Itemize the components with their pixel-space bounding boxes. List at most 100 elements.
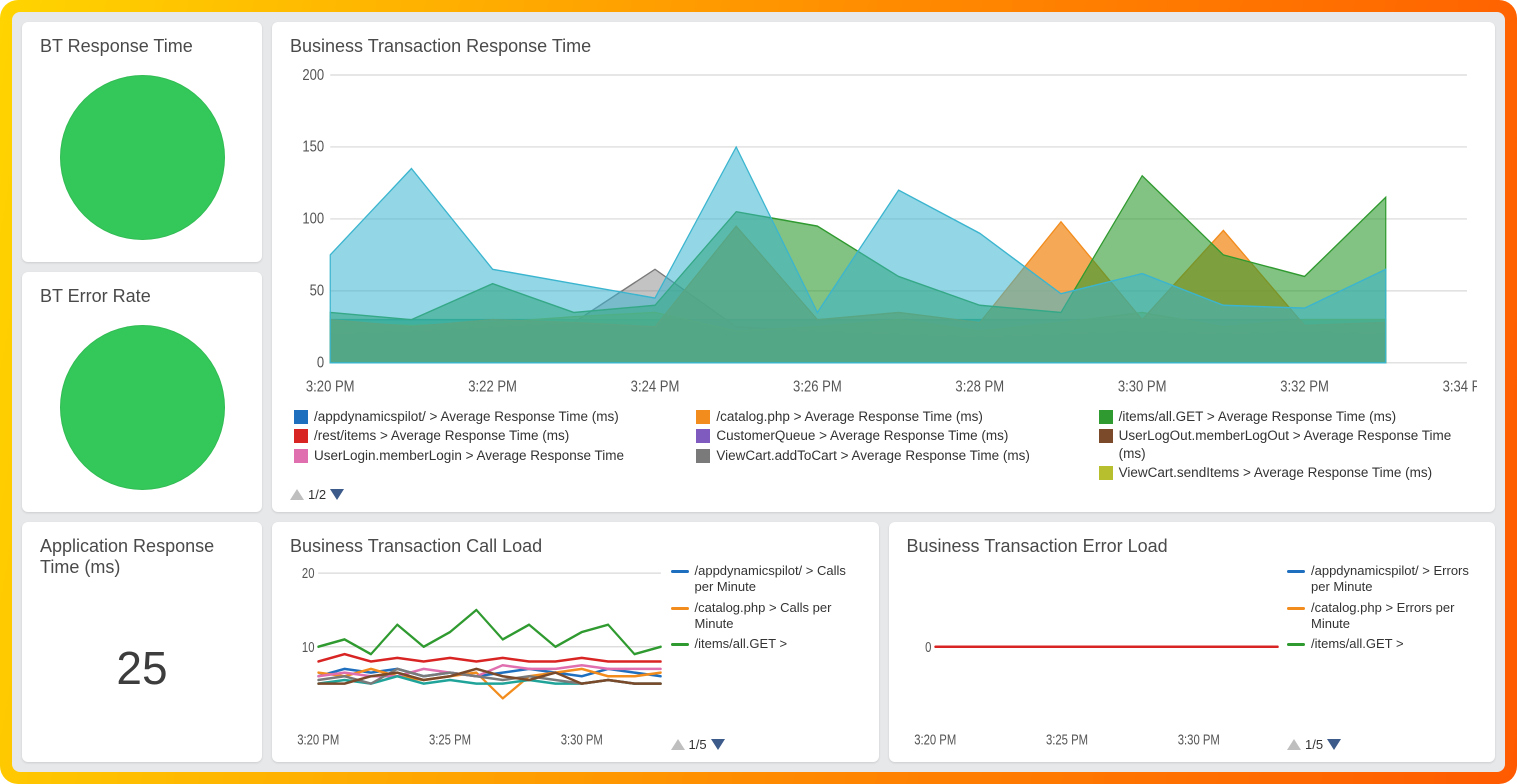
legend-pager: 1/5	[671, 733, 861, 752]
legend-swatch	[671, 643, 689, 646]
legend-item[interactable]: ViewCart.sendItems > Average Response Ti…	[1099, 463, 1477, 483]
svg-text:0: 0	[317, 355, 324, 372]
card-title: BT Response Time	[40, 36, 244, 57]
legend-label: /items/all.GET > Average Response Time (…	[1119, 408, 1396, 426]
legend-label: /catalog.php > Average Response Time (ms…	[716, 408, 983, 426]
legend-item[interactable]: /appdynamicspilot/ > Errors per Minute	[1287, 563, 1477, 596]
svg-text:3:30 PM: 3:30 PM	[1177, 731, 1219, 748]
svg-text:3:32 PM: 3:32 PM	[1280, 379, 1329, 396]
legend-item[interactable]: UserLogOut.memberLogOut > Average Respon…	[1099, 426, 1477, 463]
chart-legend: /appdynamicspilot/ > Average Response Ti…	[290, 399, 1477, 483]
legend-label: /items/all.GET >	[1311, 636, 1404, 652]
legend-item[interactable]: /catalog.php > Errors per Minute	[1287, 600, 1477, 633]
legend-item[interactable]: /items/all.GET >	[671, 636, 861, 652]
svg-text:3:34 PM: 3:34 PM	[1443, 379, 1477, 396]
pager-prev-icon[interactable]	[290, 489, 304, 500]
error-load-chart[interactable]: 0 3:20 PM 3:25 PM 3:30 PM	[907, 563, 1284, 752]
svg-text:3:30 PM: 3:30 PM	[561, 731, 603, 748]
svg-text:0: 0	[925, 638, 931, 655]
legend-label: /catalog.php > Calls per Minute	[695, 600, 861, 633]
svg-text:100: 100	[302, 211, 324, 228]
legend-label: ViewCart.sendItems > Average Response Ti…	[1119, 464, 1433, 482]
svg-text:3:28 PM: 3:28 PM	[955, 379, 1004, 396]
chart-area[interactable]: 10 20 3:20 PM 3:25 PM 3:30 PM	[290, 563, 667, 752]
card-title: Application Response Time (ms)	[40, 536, 244, 578]
pager-next-icon[interactable]	[711, 739, 725, 750]
legend-swatch	[294, 410, 308, 424]
legend-swatch	[1287, 570, 1305, 573]
svg-text:3:25 PM: 3:25 PM	[1046, 731, 1088, 748]
legend-swatch	[1287, 643, 1305, 646]
legend-item[interactable]: /appdynamicspilot/ > Average Response Ti…	[294, 407, 672, 427]
legend-label: /rest/items > Average Response Time (ms)	[314, 427, 569, 445]
legend-item[interactable]: /catalog.php > Average Response Time (ms…	[696, 407, 1074, 427]
dashboard-frame: BT Response Time BT Error Rate Applicati…	[0, 0, 1517, 784]
svg-text:3:30 PM: 3:30 PM	[1118, 379, 1167, 396]
chart-area[interactable]: 0 3:20 PM 3:25 PM 3:30 PM	[907, 563, 1284, 752]
legend-swatch	[671, 607, 689, 610]
svg-text:3:20 PM: 3:20 PM	[914, 731, 956, 748]
legend-item[interactable]: /appdynamicspilot/ > Calls per Minute	[671, 563, 861, 596]
legend-pager: 1/2	[290, 483, 1477, 502]
app-response-value: 25	[40, 641, 244, 695]
legend-label: ViewCart.addToCart > Average Response Ti…	[716, 447, 1030, 465]
legend-pager: 1/5	[1287, 733, 1477, 752]
legend-item[interactable]: /catalog.php > Calls per Minute	[671, 600, 861, 633]
svg-text:3:22 PM: 3:22 PM	[468, 379, 517, 396]
legend-swatch	[696, 449, 710, 463]
pager-next-icon[interactable]	[330, 489, 344, 500]
chart-area[interactable]: 0501001502003:20 PM3:22 PM3:24 PM3:26 PM…	[290, 63, 1477, 399]
legend-swatch	[696, 410, 710, 424]
legend-label: /items/all.GET >	[695, 636, 788, 652]
svg-text:3:20 PM: 3:20 PM	[306, 379, 355, 396]
legend-item[interactable]: /rest/items > Average Response Time (ms)	[294, 426, 672, 446]
card-title: BT Error Rate	[40, 286, 244, 307]
chart-legend: /appdynamicspilot/ > Errors per Minute/c…	[1287, 563, 1477, 652]
pager-next-icon[interactable]	[1327, 739, 1341, 750]
legend-swatch	[671, 570, 689, 573]
legend-swatch	[1099, 466, 1113, 480]
card-bt-response-chart: Business Transaction Response Time 0 50 10…	[272, 22, 1495, 512]
svg-text:3:25 PM: 3:25 PM	[429, 731, 471, 748]
pager-text: 1/5	[1305, 737, 1323, 752]
legend-item[interactable]: ViewCart.addToCart > Average Response Ti…	[696, 446, 1074, 466]
svg-text:3:24 PM: 3:24 PM	[631, 379, 680, 396]
legend-item[interactable]: UserLogin.memberLogin > Average Response…	[294, 446, 672, 466]
svg-text:3:20 PM: 3:20 PM	[297, 731, 339, 748]
status-circle-ok	[60, 75, 225, 240]
legend-item[interactable]: /items/all.GET >	[1287, 636, 1477, 652]
legend-item[interactable]: CustomerQueue > Average Response Time (m…	[696, 426, 1074, 446]
pager-text: 1/5	[689, 737, 707, 752]
card-title: Business Transaction Response Time	[290, 36, 1477, 57]
card-call-load: Business Transaction Call Load 10203:20 …	[272, 522, 879, 762]
legend-label: UserLogin.memberLogin > Average Response…	[314, 447, 624, 465]
legend-swatch	[696, 429, 710, 443]
dashboard-grid: BT Response Time BT Error Rate Applicati…	[12, 12, 1505, 772]
pager-text: 1/2	[308, 487, 326, 502]
legend-swatch	[1099, 410, 1113, 424]
response-time-chart[interactable]: 0501001502003:20 PM3:22 PM3:24 PM3:26 PM…	[290, 63, 1477, 399]
legend-swatch	[1287, 607, 1305, 610]
legend-swatch	[294, 429, 308, 443]
legend-label: /appdynamicspilot/ > Errors per Minute	[1311, 563, 1477, 596]
bottom-row: Business Transaction Call Load 10203:20 …	[272, 522, 1495, 762]
card-bt-error-rate: BT Error Rate	[22, 272, 262, 512]
pager-prev-icon[interactable]	[1287, 739, 1301, 750]
legend-label: /catalog.php > Errors per Minute	[1311, 600, 1477, 633]
card-app-response-time: Application Response Time (ms) 25	[22, 522, 262, 762]
chart-legend: /appdynamicspilot/ > Calls per Minute/ca…	[671, 563, 861, 652]
legend-label: UserLogOut.memberLogOut > Average Respon…	[1119, 427, 1477, 462]
svg-text:3:26 PM: 3:26 PM	[793, 379, 842, 396]
legend-item[interactable]: /items/all.GET > Average Response Time (…	[1099, 407, 1477, 427]
call-load-chart[interactable]: 10 20 3:20 PM 3:25 PM 3:30 PM	[290, 563, 667, 752]
svg-text:50: 50	[310, 283, 325, 300]
pager-prev-icon[interactable]	[671, 739, 685, 750]
legend-label: /appdynamicspilot/ > Calls per Minute	[695, 563, 861, 596]
svg-text:200: 200	[302, 67, 324, 84]
svg-text:20: 20	[302, 565, 315, 582]
svg-text:10: 10	[302, 638, 315, 655]
card-error-load: Business Transaction Error Load 03:20 PM…	[889, 522, 1496, 762]
status-circle-ok	[60, 325, 225, 490]
legend-swatch	[294, 449, 308, 463]
legend-label: CustomerQueue > Average Response Time (m…	[716, 427, 1008, 445]
